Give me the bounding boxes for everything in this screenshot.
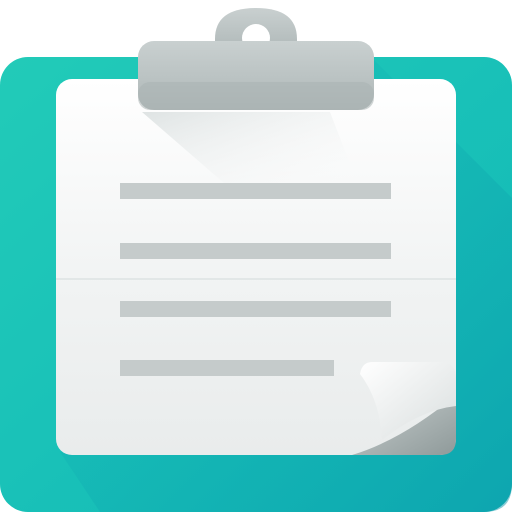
text-line-4 [120,360,334,376]
clipboard-app-icon [0,0,512,512]
clipboard-icon [0,8,512,512]
clip-icon [138,8,374,110]
text-line-3 [120,301,391,317]
text-line-1 [120,183,391,199]
paper-midline [56,278,456,280]
text-line-2 [120,243,391,259]
clip-bar-shade [138,82,374,110]
